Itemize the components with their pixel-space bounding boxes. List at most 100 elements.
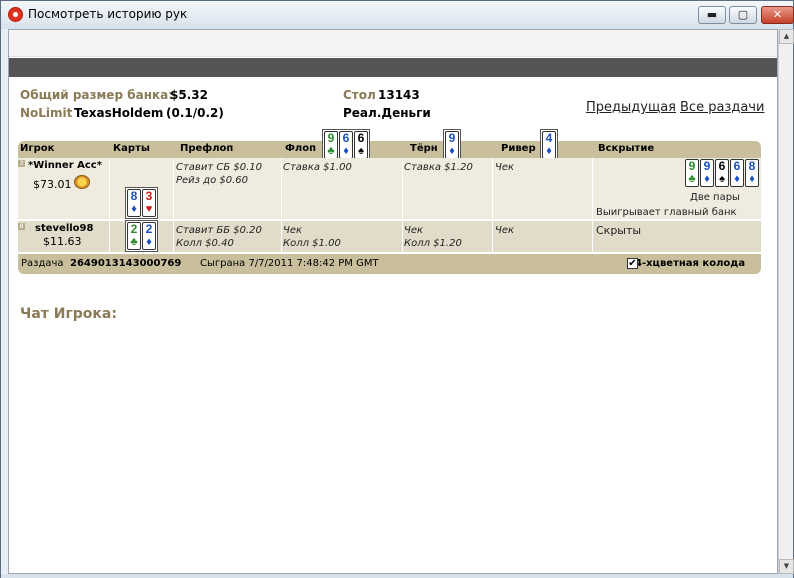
header-player: Игрок — [20, 143, 55, 154]
card-suit-icon: ♠ — [358, 145, 364, 157]
card-rank: 6 — [357, 131, 365, 145]
playing-card: 6 ♠ — [354, 131, 368, 159]
scroll-down-icon[interactable]: ▼ — [779, 559, 794, 574]
card-suit-icon: ♣ — [688, 173, 696, 185]
river-action: Чек — [495, 162, 515, 173]
card-group: 9 ♣ 6 ♦ 6 ♠ — [322, 129, 370, 161]
seat-number: 3 — [18, 160, 25, 167]
all-hands-link[interactable]: Все раздачи — [680, 100, 764, 115]
preflop-action: Ставит ББ $0.20 — [176, 225, 262, 236]
card-rank: 6 — [733, 159, 741, 173]
table-row: 8 stevello98 $11.63 2 ♣ 2 ♦ Ставит ББ $0.20… — [18, 220, 761, 252]
preflop-action: Колл $0.40 — [176, 238, 234, 249]
preflop-action: Рейз до $0.60 — [176, 175, 249, 186]
card-suit-icon: ♠ — [719, 173, 725, 185]
header-cards: Карты — [113, 143, 150, 154]
table-value: 13143 — [378, 88, 420, 102]
hand-id-value: 2649013143000769 — [70, 258, 182, 269]
table-header-row: Игрок Карты Префлоп Флоп Тёрн Ривер Вскр… — [18, 141, 761, 158]
card-rank: 4 — [545, 131, 553, 145]
showdown-hidden: Скрыты — [596, 224, 642, 237]
playing-card: 9 ♣ — [324, 131, 338, 159]
vertical-scrollbar[interactable]: ▲ ▼ — [778, 29, 794, 574]
player-stack: $11.63 — [43, 235, 82, 248]
playing-card: 8 ♦ — [745, 159, 759, 187]
card-suit-icon: ♣ — [327, 145, 335, 157]
card-suit-icon: ♦ — [749, 173, 755, 185]
played-time: Сыграна 7/7/2011 7:48:42 PM GMT — [200, 258, 379, 269]
title-bar[interactable]: Посмотреть историю рук ▬ ▢ ✕ — [1, 1, 794, 29]
turn-action: Чек — [404, 225, 424, 236]
flop-action: Колл $1.00 — [283, 238, 341, 249]
four-color-deck-label: 4-хцветная колода — [635, 258, 746, 269]
table-row: 3 *Winner Acc* $73.01 8 ♦ 3 ♥ Ставит СБ $0.… — [18, 158, 761, 219]
card-rank: 9 — [688, 159, 696, 173]
previous-hand-link[interactable]: Предыдущая — [586, 100, 676, 115]
pot-value: $5.32 — [170, 88, 208, 102]
playing-card: 4 ♦ — [542, 131, 556, 159]
card-rank: 9 — [448, 131, 456, 145]
four-color-deck-checkbox[interactable]: ✔ — [627, 258, 638, 269]
card-suit-icon: ♦ — [704, 173, 710, 185]
card-rank: 2 — [145, 222, 153, 236]
header-divider — [9, 58, 777, 77]
game-type-label: NoLimit — [20, 106, 73, 120]
window-bottom-border — [1, 574, 793, 578]
card-suit-icon: ♦ — [449, 145, 455, 157]
hand-name: Две пары — [690, 192, 740, 203]
playing-card: 9 ♣ — [685, 159, 699, 187]
header-turn: Тёрн — [410, 143, 438, 154]
window-title: Посмотреть историю рук — [28, 7, 188, 21]
showdown-result: Выигрывает главный банк — [596, 207, 737, 218]
card-rank: 6 — [342, 131, 350, 145]
player-name: stevello98 — [35, 223, 94, 234]
scroll-up-icon[interactable]: ▲ — [779, 29, 794, 44]
card-rank: 9 — [327, 131, 335, 145]
game-type-value: TexasHoldem — [74, 106, 164, 120]
maximize-button[interactable]: ▢ — [729, 6, 757, 24]
playing-card: 6 ♠ — [715, 159, 729, 187]
close-button[interactable]: ✕ — [761, 6, 794, 24]
player-name: *Winner Acc* — [28, 160, 102, 171]
hand-table: Игрок Карты Префлоп Флоп Тёрн Ривер Вскр… — [18, 129, 761, 274]
card-suit-icon: ♦ — [734, 173, 740, 185]
table-footer: Раздача 2649013143000769 Сыграна 7/7/201… — [18, 254, 761, 274]
card-suit-icon: ♦ — [546, 145, 552, 157]
turn-action: Ставка $1.20 — [404, 162, 473, 173]
card-suit-icon: ♦ — [131, 203, 137, 215]
flop-action: Ставка $1.00 — [283, 162, 352, 173]
playing-card: 2 ♣ — [127, 222, 141, 250]
preflop-action: Ставит СБ $0.10 — [176, 162, 262, 173]
card-group: 9 ♦ — [443, 129, 461, 161]
flop-action: Чек — [283, 225, 303, 236]
card-rank: 9 — [703, 159, 711, 173]
minimize-button[interactable]: ▬ — [698, 6, 726, 24]
card-suit-icon: ♦ — [343, 145, 349, 157]
app-logo-icon — [8, 7, 23, 22]
toolbar-band — [9, 30, 777, 57]
card-rank: 8 — [748, 159, 756, 173]
header-flop: Флоп — [285, 143, 317, 154]
river-action: Чек — [495, 225, 515, 236]
money-type: Реал.Деньги — [343, 106, 431, 120]
header-preflop: Префлоп — [180, 143, 234, 154]
pot-label: Общий размер банка: — [20, 88, 174, 102]
stakes-value: (0.1/0.2) — [166, 106, 224, 120]
card-rank: 3 — [145, 189, 153, 203]
playing-card: 3 ♥ — [142, 189, 156, 217]
card-group: 8 ♦ 3 ♥ — [125, 187, 158, 219]
content-area: Общий размер банка: $5.32 NoLimit TexasH… — [8, 29, 778, 574]
table-label: Стол — [343, 88, 376, 102]
player-chat-title: Чат Игрока: — [20, 306, 117, 322]
header-showdown: Вскрытие — [598, 143, 655, 154]
card-rank: 6 — [718, 159, 726, 173]
playing-card: 9 ♦ — [700, 159, 714, 187]
turn-action: Колл $1.20 — [404, 238, 462, 249]
playing-card: 8 ♦ — [127, 189, 141, 217]
playing-card: 9 ♦ — [445, 131, 459, 159]
card-group: 9 ♣ 9 ♦ 6 ♠ 6 ♦ 8 ♦ — [684, 158, 762, 190]
playing-card: 2 ♦ — [142, 222, 156, 250]
player-stack: $73.01 — [33, 178, 72, 191]
header-river: Ривер — [501, 143, 536, 154]
card-suit-icon: ♣ — [130, 236, 138, 248]
